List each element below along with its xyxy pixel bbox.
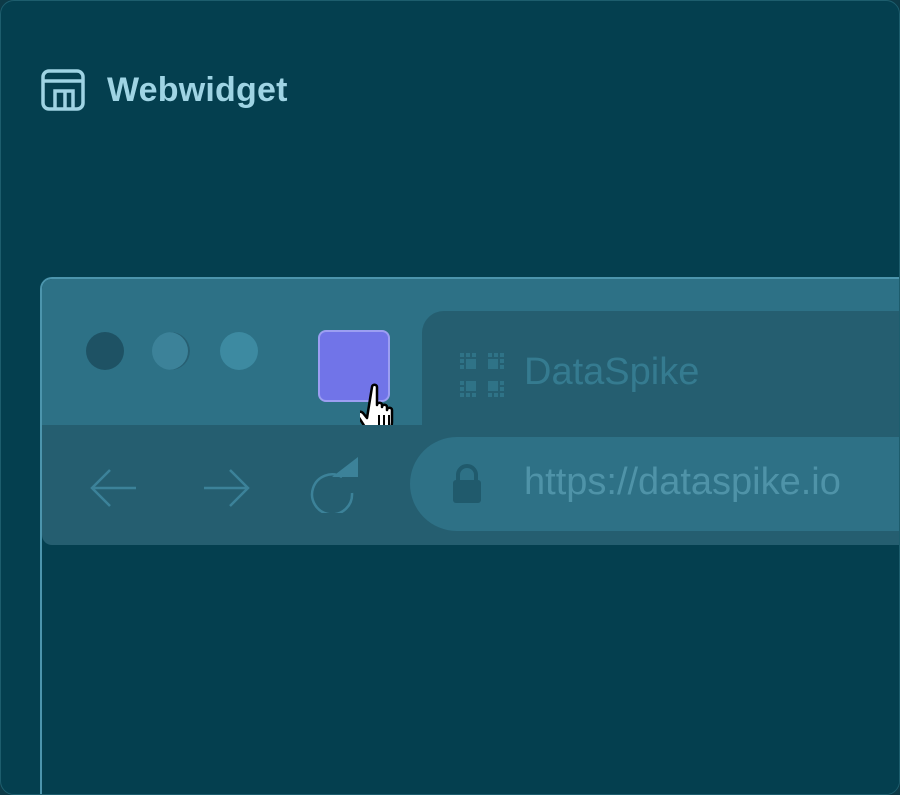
browser-tab[interactable]: DataSpike — [422, 311, 899, 425]
browser-toolbar: https://dataspike.io — [42, 425, 899, 545]
close-window-dot[interactable] — [86, 332, 124, 370]
browser-window-icon — [41, 69, 85, 111]
app-title: Webwidget — [107, 70, 288, 109]
lock-icon — [453, 464, 481, 503]
tab-title: DataSpike — [524, 351, 700, 393]
arrow-left-icon[interactable] — [86, 461, 140, 515]
browser-titlebar: DataSpike — [42, 279, 899, 437]
arrow-right-icon[interactable] — [200, 461, 254, 515]
dataspike-logo-icon — [460, 353, 504, 397]
minimize-window-dot[interactable] — [152, 332, 190, 370]
maximize-window-dot[interactable] — [220, 332, 258, 370]
reload-icon[interactable] — [308, 453, 364, 513]
address-bar[interactable]: https://dataspike.io — [410, 437, 899, 531]
webwidget-card: Webwidget DataSpike https://dataspike.io — [0, 0, 900, 795]
brand-header: Webwidget — [41, 69, 288, 111]
url-text: https://dataspike.io — [524, 461, 841, 503]
browser-window: DataSpike https://dataspike.io — [40, 277, 899, 794]
